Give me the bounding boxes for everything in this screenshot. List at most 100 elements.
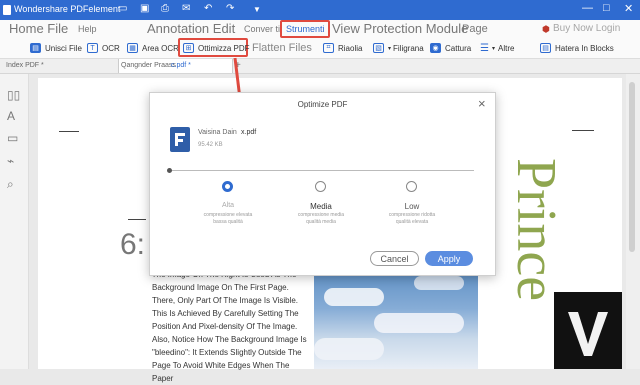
option-low-label: Low	[404, 202, 420, 211]
optimize-icon: ⊞	[183, 43, 194, 53]
crop-mark-left	[59, 131, 79, 132]
left-sidebar: ▯▯ A ▭ ⌁ ⌕	[0, 74, 29, 369]
option-low-desc2: qualità elevata	[395, 219, 429, 225]
body-line: This Is Achieved By Carefully Setting Th…	[152, 309, 299, 318]
more-label: Altre	[497, 43, 515, 53]
optimize-pdf-button[interactable]: ⊞ Ottimizza PDF	[178, 38, 250, 57]
merge-files-button[interactable]: ▤ Unisci File	[30, 38, 82, 58]
toolbar: ▤ Unisci File T OCR ▦ Area OCR ⊞ Ottimizza P…	[0, 38, 640, 59]
menu-bar: Home File Help Annotation Edit Conver ti…	[0, 20, 640, 38]
vertical-title: Prince	[505, 158, 567, 302]
ocr-label: OCR	[102, 43, 120, 53]
app-logo-icon	[3, 5, 11, 15]
comment-icon[interactable]: ▭	[7, 131, 18, 145]
quick-access-dropdown-icon[interactable]: ▼	[253, 5, 261, 14]
radio-low[interactable]	[406, 181, 417, 192]
area-ocr-button[interactable]: ▦ Area OCR	[127, 38, 179, 58]
attachment-icon[interactable]: ⌁	[7, 154, 14, 168]
search-icon[interactable]: ⌕	[7, 177, 14, 192]
option-media[interactable]: Media compressione media qualità media	[281, 181, 361, 231]
vertical-scrollbar[interactable]	[626, 74, 640, 369]
menu-convert[interactable]: Conver ti	[244, 20, 280, 38]
option-media-desc1: compressione media	[297, 212, 345, 218]
flatten-label: Flatten Files	[252, 42, 312, 54]
minimize-icon[interactable]: —	[582, 2, 593, 14]
file-size: 95.42 KB	[198, 142, 223, 148]
area-ocr-icon: ▦	[127, 43, 138, 53]
email-icon[interactable]: ✉	[182, 3, 190, 14]
cancel-button[interactable]: Cancel	[370, 251, 419, 266]
file-name: Vaisina Dain	[198, 129, 237, 136]
radio-alta[interactable]	[222, 181, 233, 192]
progress-track	[169, 170, 474, 171]
sky-image	[314, 268, 478, 369]
merge-label: Unisci File	[45, 43, 82, 53]
dialog-close-icon[interactable]: ×	[478, 96, 486, 111]
crop-mark-right	[572, 130, 594, 131]
option-alta-desc2: bassa qualità	[213, 219, 243, 225]
batch-icon: ▤	[540, 43, 551, 53]
save-icon[interactable]: ▣	[140, 3, 149, 14]
ocr-button[interactable]: T OCR	[87, 38, 120, 58]
camera-icon: ◉	[430, 43, 441, 53]
app-title: Wondershare PDFelement	[14, 4, 121, 14]
merge-icon: ▤	[30, 43, 41, 53]
text-tool-icon[interactable]: A	[7, 109, 15, 123]
watermark-button[interactable]: ▧ ▾ Filigrana	[373, 38, 424, 58]
ocr-icon: T	[87, 43, 98, 53]
batch-button[interactable]: ▤ Hatera In Blocks	[540, 38, 614, 58]
scroll-thumb[interactable]	[629, 82, 635, 252]
batch-label: Hatera In Blocks	[555, 43, 614, 53]
buy-now-login[interactable]: Buy Now Login	[553, 20, 620, 38]
undo-icon[interactable]: ↶	[204, 3, 212, 14]
tab-active-prefix: Qangnder Praass	[121, 62, 176, 69]
more-tools-button[interactable]: ☰ ▾ Altre	[480, 38, 514, 58]
thumbnails-icon[interactable]: ▯▯	[7, 88, 20, 102]
crop-icon: ⌗	[323, 43, 334, 53]
menu-view-protection[interactable]: View Protection Module	[332, 20, 468, 38]
flatten-files-button[interactable]: Flatten Files	[252, 38, 312, 58]
menu-help[interactable]: Help	[78, 20, 97, 38]
option-low[interactable]: Low compressione ridotta qualità elevata	[372, 181, 452, 231]
optimize-label: Ottimizza PDF	[198, 43, 250, 53]
apply-button[interactable]: Apply	[425, 251, 473, 266]
watermark-label: Filigrana	[393, 43, 424, 53]
title-bar: Wondershare PDFelement ▭ ▣ ⎙ ✉ ↶ ↷ ▼ — □…	[0, 0, 640, 20]
file-ext: x.pdf	[241, 129, 257, 136]
radio-media[interactable]	[315, 181, 326, 192]
cart-icon: ⬢	[542, 24, 550, 34]
tab-active-filename: c.pdf *	[171, 62, 191, 69]
pdf-file-icon	[170, 127, 190, 152]
body-line: Background Image On The First Page.	[152, 283, 289, 292]
menu-tools[interactable]: Strumenti	[286, 20, 325, 38]
option-alta[interactable]: Alta compressione elevata bassa qualità	[188, 181, 268, 231]
option-alta-desc1: compressione elevata	[203, 212, 253, 218]
maximize-icon[interactable]: □	[603, 2, 610, 14]
close-window-icon[interactable]: ✕	[624, 2, 633, 15]
capture-label: Cattura	[445, 43, 472, 53]
redo-icon[interactable]: ↷	[226, 3, 234, 14]
option-low-desc1: compressione ridotta	[388, 212, 436, 218]
body-line: There, Only Part Of The Image Is Visible…	[152, 296, 298, 305]
progress-start-dot	[167, 168, 172, 173]
tab-active-document[interactable]: Qangnder Praass c.pdf *	[118, 59, 233, 73]
menu-annotation[interactable]: Annotation Edit	[147, 20, 235, 38]
option-alta-label: Alta	[221, 202, 235, 209]
folder-icon[interactable]: ▭	[118, 3, 127, 14]
dialog-title: Optimize PDF	[297, 100, 348, 109]
body-line: Page To Avoid White Edges When The Paper	[152, 361, 290, 383]
option-media-desc2: qualità media	[306, 219, 336, 225]
crop-button[interactable]: ⌗ Riaolia	[323, 38, 362, 58]
body-line: Position And Pixel-density Of The Image.	[152, 322, 298, 331]
capture-button[interactable]: ◉ Cattura	[430, 38, 471, 58]
body-text: The Image On The Right Is Used As The Ba…	[152, 268, 312, 385]
crop-label: Riaolia	[338, 43, 363, 53]
menu-page[interactable]: Page	[462, 20, 488, 38]
tab-index-pdf[interactable]: Index PDF *	[6, 59, 44, 73]
menu-home[interactable]: Home File	[9, 20, 68, 38]
logo-image	[554, 292, 622, 369]
print-icon[interactable]: ⎙	[161, 3, 169, 14]
optimize-pdf-dialog: Optimize PDF × Vaisina Dain x.pdf 95.42 …	[149, 92, 496, 276]
menu-lines-icon: ☰	[480, 42, 489, 54]
crop-mark-mid	[128, 219, 146, 220]
